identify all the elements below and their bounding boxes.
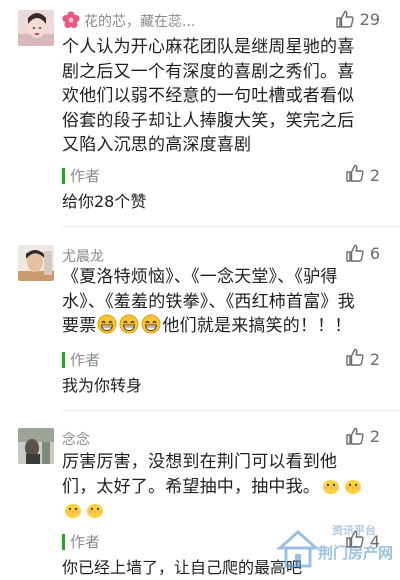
reply-like-count: 2 [369, 349, 380, 369]
author-reply-text: 我为你转身 [62, 376, 143, 395]
yellow-chick-icon [85, 499, 105, 519]
site-watermark: 资讯平台 荆门房产网 [276, 518, 394, 576]
comment-line: 《夏洛特烦恼》、《一念天堂》、《驴得 [62, 267, 338, 287]
comment-line: 剧之后又一个有深度的喜剧之秀们。喜 [62, 61, 355, 82]
reply-like-button[interactable]: 2 [345, 347, 380, 371]
comment-line: 他们就是来搞笑的！！！ [162, 316, 352, 336]
username[interactable]: 尤晨龙 [62, 246, 104, 266]
comment-line: 个人认为开心麻花团队是继周星驰的喜 [62, 37, 355, 57]
like-button[interactable]: 29 [335, 9, 380, 29]
comment-line-with-emoji: 要票 他们就是来搞笑的！！！ [62, 314, 384, 339]
author-reply-text: 给你28个赞 [62, 192, 147, 211]
divider [62, 226, 400, 227]
yellow-chick-icon [343, 475, 363, 495]
reply-accent-bar [62, 351, 65, 368]
comment-line: 水》、《羞羞的铁拳》、《西红柿首富》我 [62, 291, 355, 312]
watermark-line2: 荆门房产网 [318, 544, 394, 562]
author-reply-text: 你已经上墙了，让自己爬的最高吧 [62, 558, 303, 577]
reply-like-button[interactable]: 2 [345, 163, 380, 187]
divider [62, 410, 400, 411]
thumbs-up-icon [345, 243, 365, 263]
comment-line: 俗套的段子却让人捧腹大笑，笑完之后 [62, 110, 355, 131]
comment-text: 《夏洛特烦恼》、《一念天堂》、《驴得 水》、《羞羞的铁拳》、《西红柿首富》我 要… [62, 265, 384, 339]
like-button[interactable]: 6 [345, 243, 380, 263]
like-count: 2 [369, 426, 380, 446]
yellow-chick-icon [63, 499, 83, 519]
avatar[interactable] [18, 245, 54, 281]
flower-icon [62, 11, 80, 33]
thumbs-up-icon [345, 347, 365, 371]
thumbs-up-icon [335, 9, 355, 29]
like-button[interactable]: 2 [345, 426, 380, 446]
grinning-face-icon [141, 314, 161, 334]
comment-text: 个人认为开心麻花团队是继周星驰的喜 剧之后又一个有深度的喜剧之秀们。喜 欢他们以… [62, 35, 384, 158]
username[interactable]: 念念 [62, 429, 90, 449]
reply-accent-bar [62, 167, 65, 184]
yellow-chick-icon [321, 475, 341, 495]
comment-line: 们，太好了。希望抽中，抽中我。 [62, 476, 320, 497]
comment-line: 要票 [62, 316, 97, 336]
reply-like-count: 2 [369, 165, 380, 185]
username-text: 花的芯，藏在蕊... [84, 14, 196, 30]
avatar[interactable] [18, 10, 54, 46]
username[interactable]: 花的芯，藏在蕊... [62, 11, 195, 33]
grinning-face-icon [97, 314, 117, 334]
comment-line-with-emoji: 们，太好了。希望抽中，抽中我。 [62, 475, 384, 500]
author-reply-header: 作者 [62, 165, 100, 186]
comment-line: 厉害厉害，没想到在荆门可以看到他 [62, 452, 338, 472]
author-reply-header: 作者 [62, 349, 100, 370]
like-count: 6 [369, 243, 380, 263]
watermark-line1: 资讯平台 [332, 524, 376, 537]
author-label: 作者 [70, 351, 101, 369]
reply-accent-bar [62, 533, 65, 550]
comment-text: 厉害厉害，没想到在荆门可以看到他 们，太好了。希望抽中，抽中我。 [62, 450, 384, 524]
like-count: 29 [359, 9, 380, 29]
thumbs-up-icon [345, 163, 365, 187]
author-label: 作者 [70, 167, 101, 185]
comment-line: 欢他们以弱不经意的一句吐槽或者看似 [62, 86, 355, 106]
author-label: 作者 [70, 533, 101, 551]
comment-line: 又陷入沉思的高深度喜剧 [62, 135, 252, 155]
avatar[interactable] [18, 428, 54, 464]
author-reply-header: 作者 [62, 531, 100, 552]
thumbs-up-icon [345, 426, 365, 446]
grinning-face-icon [119, 314, 139, 334]
